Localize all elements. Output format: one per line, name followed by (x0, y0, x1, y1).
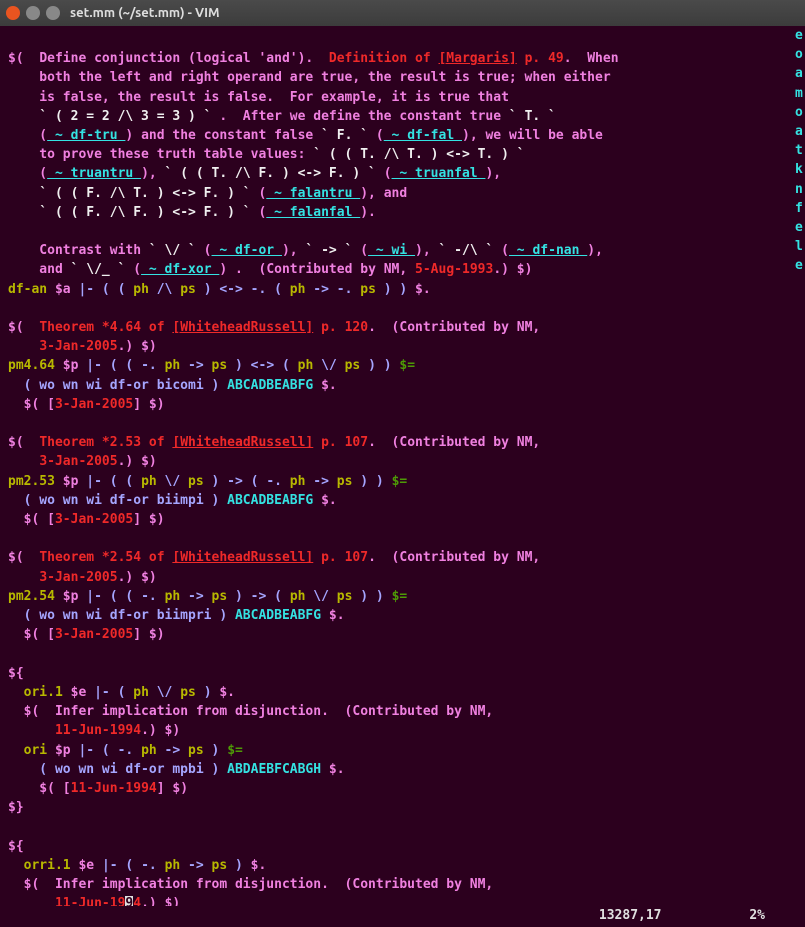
status-line: 13287,17 2% (0, 906, 805, 927)
window-title: set.mm (~/set.mm) - VIM (70, 6, 220, 20)
maximize-icon[interactable] (46, 6, 60, 20)
editor-area[interactable]: $( Define conjunction (logical 'and'). D… (0, 26, 805, 917)
file-percent: 2% (749, 908, 765, 923)
close-icon[interactable] (6, 6, 20, 20)
cursor-position: 13287,17 (599, 908, 662, 923)
minimize-icon[interactable] (26, 6, 40, 20)
trailing-column: e o a m o a t k n f e l e (795, 26, 805, 276)
titlebar: set.mm (~/set.mm) - VIM (0, 0, 805, 26)
